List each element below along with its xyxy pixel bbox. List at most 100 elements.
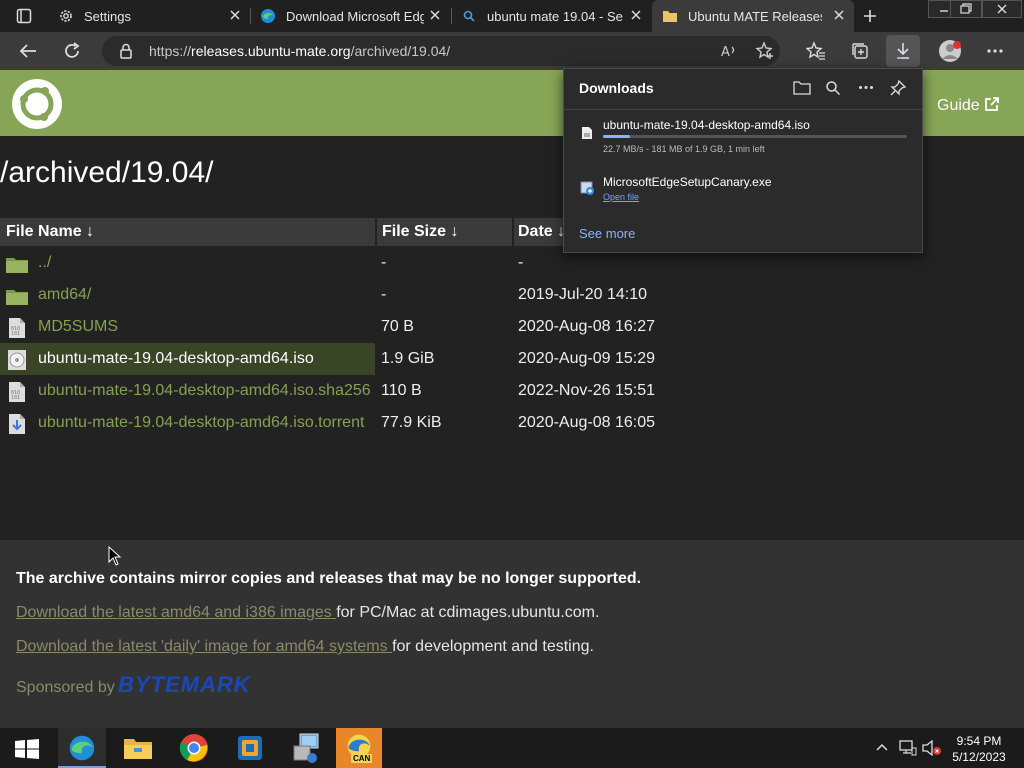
latest-images-text: for PC/Mac at cdimages.ubuntu.com.	[336, 604, 600, 621]
installer-icon	[580, 181, 594, 195]
canary-badge: CAN	[351, 754, 373, 763]
taskbar-edge[interactable]	[58, 728, 106, 768]
archive-footer	[0, 540, 1024, 728]
taskbar-virtualbox[interactable]	[227, 728, 273, 768]
open-file-link[interactable]: Open file	[603, 192, 639, 202]
network-icon[interactable]	[899, 740, 917, 756]
downloads-panel: Downloads ubuntu-mate-19.04-desktop-amd6…	[563, 68, 923, 253]
file-link[interactable]: ../	[38, 254, 51, 272]
edge-icon	[261, 9, 275, 23]
download-file-name[interactable]: MicrosoftEdgeSetupCanary.exe	[603, 175, 772, 189]
read-aloud-icon[interactable]: A	[720, 42, 738, 60]
tab-label: Settings	[84, 8, 131, 24]
virtualbox-icon	[238, 736, 262, 760]
add-favorite-icon[interactable]	[755, 41, 775, 61]
clock-date: 5/12/2023	[952, 750, 1006, 764]
new-tab-icon[interactable]	[862, 8, 878, 24]
chrome-icon	[179, 734, 208, 762]
restore-icon	[960, 3, 972, 14]
search-icon[interactable]	[825, 80, 841, 96]
more-options-icon[interactable]	[986, 48, 1004, 54]
sponsor-logo-link[interactable]: BYTEMARK	[118, 672, 251, 698]
taskbar-network-setup[interactable]	[284, 728, 330, 768]
favorites-icon[interactable]	[806, 41, 826, 61]
taskbar-edge-canary[interactable]: CAN	[336, 728, 382, 768]
see-more-link[interactable]: See more	[579, 226, 635, 241]
table-row: 010 101 ubuntu-mate-19.04-desktop-amd64.i…	[0, 375, 660, 407]
ubuntu-mate-logo-icon	[20, 87, 54, 121]
close-icon[interactable]	[832, 8, 846, 22]
file-size: 77.9 KiB	[381, 414, 442, 431]
open-folder-icon[interactable]	[793, 80, 811, 96]
daily-image-link[interactable]: Download the latest 'daily' image for am…	[16, 638, 392, 655]
chevron-up-icon[interactable]	[875, 742, 889, 752]
table-row: amd64/ - 2019-Jul-20 14:10	[0, 279, 660, 311]
pin-icon[interactable]	[889, 79, 907, 97]
file-link[interactable]: ubuntu-mate-19.04-desktop-amd64.iso	[38, 350, 314, 368]
column-header-file-name[interactable]: File Name ↓	[0, 218, 375, 246]
svg-text:A: A	[721, 45, 730, 60]
file-date: 2020-Aug-08 16:27	[518, 318, 655, 335]
sponsored-by-label: Sponsored by	[16, 679, 115, 696]
daily-image-text: for development and testing.	[392, 638, 594, 655]
url-text: https://releases.ubuntu-mate.org/archive…	[149, 43, 450, 59]
download-file-name[interactable]: ubuntu-mate-19.04-desktop-amd64.iso	[603, 118, 810, 132]
more-options-icon[interactable]	[858, 85, 874, 90]
taskbar-chrome[interactable]	[172, 728, 218, 768]
taskbar-file-explorer[interactable]	[115, 728, 161, 768]
address-bar[interactable]: https://releases.ubuntu-mate.org/archive…	[102, 36, 780, 66]
file-size: 110 B	[381, 382, 422, 399]
close-window-button[interactable]	[982, 0, 1022, 18]
column-header-date[interactable]: Date ↓	[512, 218, 564, 246]
panel-divider	[564, 109, 922, 110]
browser-toolbar: https://releases.ubuntu-mate.org/archive…	[0, 32, 1024, 70]
file-date: 2019-Jul-20 14:10	[518, 286, 647, 303]
close-icon[interactable]	[629, 8, 643, 22]
tab-strip: Settings Download Microsoft Edge ubuntu …	[0, 0, 1024, 32]
file-size: 1.9 GiB	[381, 350, 435, 367]
tab-search[interactable]: ubuntu mate 19.04 - Search	[453, 0, 651, 32]
guide-link[interactable]: Guide	[937, 96, 1000, 115]
close-icon[interactable]	[428, 8, 442, 22]
ubuntu-mate-logo[interactable]	[12, 79, 62, 129]
start-button[interactable]	[4, 728, 50, 768]
close-icon[interactable]	[228, 8, 242, 22]
svg-text:101: 101	[11, 395, 20, 401]
file-link[interactable]: ubuntu-mate-19.04-desktop-amd64.iso.torr…	[38, 414, 364, 432]
url-host: releases.ubuntu-mate.org	[191, 43, 351, 59]
column-header-file-size[interactable]: File Size ↓	[376, 218, 512, 246]
tab-actions-icon[interactable]	[16, 8, 32, 24]
tab-label: ubuntu mate 19.04 - Search	[487, 8, 623, 24]
back-arrow-icon[interactable]	[18, 42, 38, 60]
tab-download-edge[interactable]: Download Microsoft Edge	[252, 0, 450, 32]
network-setup-icon	[293, 733, 319, 763]
downloads-button[interactable]	[886, 35, 920, 67]
file-link[interactable]: MD5SUMS	[38, 318, 118, 336]
tab-label: Ubuntu MATE Releases - /archived/19.04/	[688, 8, 822, 24]
search-icon	[463, 10, 475, 22]
file-date: 2020-Aug-09 15:29	[518, 350, 655, 367]
url-path: /archived/19.04/	[350, 43, 451, 59]
table-row-selected: ubuntu-mate-19.04-desktop-amd64.iso 1.9 …	[0, 343, 660, 375]
profile-avatar-icon[interactable]	[938, 39, 962, 63]
folder-icon	[6, 290, 28, 305]
lock-icon[interactable]	[119, 43, 133, 59]
system-clock[interactable]: 9:54 PM 5/12/2023	[944, 733, 1014, 765]
tab-ubuntu-mate-releases[interactable]: Ubuntu MATE Releases - /archived/19.04/	[652, 0, 854, 32]
latest-images-link[interactable]: Download the latest amd64 and i386 image…	[16, 604, 336, 621]
file-link[interactable]: ubuntu-mate-19.04-desktop-amd64.iso.sha2…	[38, 382, 371, 400]
refresh-icon[interactable]	[62, 41, 82, 61]
page-title: /archived/19.04/	[0, 156, 214, 189]
download-icon	[897, 43, 909, 59]
folder-icon	[663, 11, 677, 22]
file-link[interactable]: amd64/	[38, 286, 91, 304]
latest-images-line: Download the latest amd64 and i386 image…	[16, 604, 599, 622]
restore-button[interactable]	[950, 0, 982, 18]
collections-icon[interactable]	[850, 41, 870, 61]
tab-settings[interactable]: Settings	[48, 0, 250, 32]
tab-divider	[451, 8, 452, 24]
tab-divider	[250, 8, 251, 24]
volume-muted-icon[interactable]	[922, 740, 942, 756]
external-link-icon	[985, 97, 1000, 111]
url-prefix: https://	[149, 43, 192, 59]
